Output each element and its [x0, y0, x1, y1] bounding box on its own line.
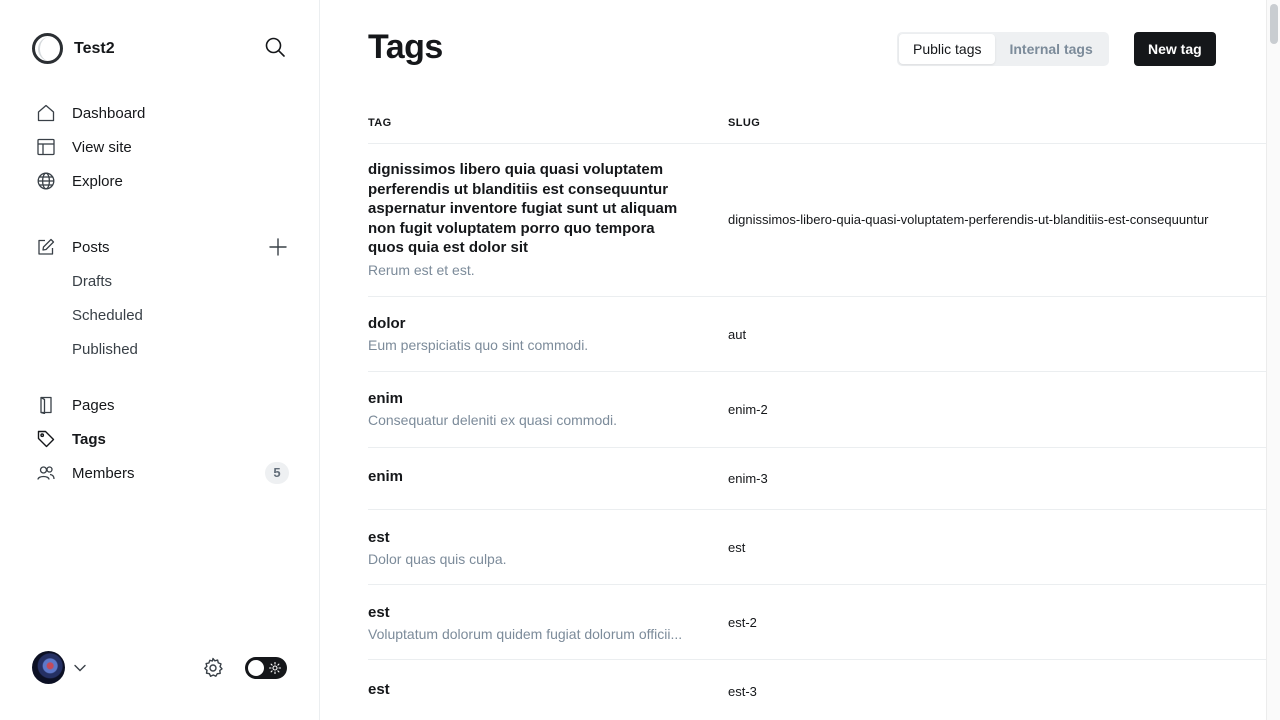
table-row[interactable]: enim enim-3: [368, 448, 1266, 510]
tag-description: Rerum est et est.: [368, 262, 475, 278]
site-brand[interactable]: Test2: [32, 33, 115, 64]
theme-toggle[interactable]: [245, 657, 287, 679]
sidebar-item-tags[interactable]: Tags: [32, 422, 292, 456]
tag-name: enim: [368, 468, 404, 485]
tag-name: dolor: [368, 315, 406, 332]
tag-description: Consequatur deleniti ex quasi commodi.: [368, 412, 618, 428]
tag-slug: est: [728, 540, 746, 555]
sidebar-item-published[interactable]: Published: [32, 332, 292, 366]
settings-button[interactable]: [202, 657, 224, 679]
sidebar-item-view-site[interactable]: View site: [32, 130, 292, 164]
tab-public-tags[interactable]: Public tags: [899, 34, 996, 64]
tag-slug: dignissimos-libero-quia-quasi-voluptatem…: [728, 212, 1209, 227]
sidebar-item-posts[interactable]: Posts: [32, 230, 292, 264]
new-tag-button[interactable]: New tag: [1134, 32, 1216, 66]
tag-icon: [37, 430, 55, 448]
sidebar-item-label: Pages: [72, 396, 115, 414]
tag-slug: enim-3: [728, 471, 768, 486]
sidebar-item-label: Explore: [72, 172, 123, 190]
layout-icon: [37, 138, 55, 156]
members-icon: [37, 466, 55, 480]
search-icon: [265, 37, 285, 57]
table-row[interactable]: dignissimos libero quia quasi voluptatem…: [368, 144, 1266, 297]
tag-description: Voluptatum dolorum quidem fugiat dolorum…: [368, 626, 683, 642]
tag-slug: aut: [728, 327, 747, 342]
tab-internal-tags[interactable]: Internal tags: [995, 34, 1106, 64]
sidebar-item-scheduled[interactable]: Scheduled: [32, 298, 292, 332]
sidebar: Test2 Dashboard View site Explore Posts …: [0, 0, 320, 720]
pencil-icon: [38, 238, 55, 255]
main-content: Tags Public tags Internal tags New tag T…: [320, 0, 1266, 720]
table-row[interactable]: est est-3: [368, 660, 1266, 720]
tag-description: Dolor quas quis culpa.: [368, 551, 507, 567]
secondary-nav: Pages Tags Members 5: [32, 388, 292, 490]
sidebar-item-label: Drafts: [72, 272, 113, 290]
site-name: Test2: [74, 39, 115, 57]
sidebar-item-label: Members: [72, 464, 135, 482]
search-button[interactable]: [264, 36, 290, 62]
user-menu-button[interactable]: [73, 661, 87, 675]
home-icon: [37, 104, 55, 122]
tag-description: Eum perspiciatis quo sint commodi.: [368, 337, 589, 353]
tag-slug: enim-2: [728, 402, 768, 417]
tag-name: est: [368, 681, 390, 698]
tag-slug: est-3: [728, 684, 757, 699]
tag-name: est: [368, 604, 390, 621]
gear-icon: [204, 657, 223, 677]
globe-icon: [37, 172, 55, 190]
sidebar-item-label: View site: [72, 138, 132, 156]
chevron-down-icon: [74, 664, 86, 672]
tag-name: dignissimos libero quia quasi voluptatem…: [368, 161, 678, 256]
column-header-slug: SLUG: [728, 117, 761, 129]
sidebar-item-explore[interactable]: Explore: [32, 164, 292, 198]
sidebar-item-label: Posts: [72, 238, 110, 256]
table-row[interactable]: est Voluptatum dolorum quidem fugiat dol…: [368, 585, 1266, 660]
tag-name: est: [368, 529, 390, 546]
tag-name: enim: [368, 390, 404, 407]
sidebar-item-drafts[interactable]: Drafts: [32, 264, 292, 298]
posts-nav: Posts Drafts Scheduled Published: [32, 230, 292, 366]
sidebar-item-label: Scheduled: [72, 306, 143, 324]
sidebar-item-pages[interactable]: Pages: [32, 388, 292, 422]
avatar[interactable]: [32, 651, 65, 684]
page-icon: [40, 396, 52, 414]
sidebar-footer: [32, 650, 288, 686]
tag-type-switch: Public tags Internal tags: [897, 32, 1109, 66]
table-row[interactable]: est Dolor quas quis culpa. est: [368, 510, 1266, 585]
tag-slug: est-2: [728, 615, 757, 630]
sidebar-item-dashboard[interactable]: Dashboard: [32, 96, 292, 130]
plus-icon: [269, 238, 287, 256]
members-count-badge: 5: [265, 462, 289, 484]
new-post-button[interactable]: [268, 237, 288, 257]
sun-icon: [269, 662, 281, 674]
page-scrollbar[interactable]: [1266, 0, 1280, 720]
table-row[interactable]: dolor Eum perspiciatis quo sint commodi.…: [368, 297, 1266, 372]
sidebar-item-label: Tags: [72, 430, 106, 448]
sidebar-item-members[interactable]: Members 5: [32, 456, 292, 490]
scrollbar-thumb[interactable]: [1270, 4, 1278, 44]
sidebar-item-label: Published: [72, 340, 138, 358]
toggle-knob: [248, 660, 264, 676]
sidebar-item-label: Dashboard: [72, 104, 146, 122]
site-logo-icon: [32, 33, 63, 64]
table-row[interactable]: enim Consequatur deleniti ex quasi commo…: [368, 372, 1266, 448]
primary-nav: Dashboard View site Explore: [32, 96, 292, 198]
page-title: Tags: [368, 28, 443, 66]
column-header-tag: TAG: [368, 117, 392, 129]
